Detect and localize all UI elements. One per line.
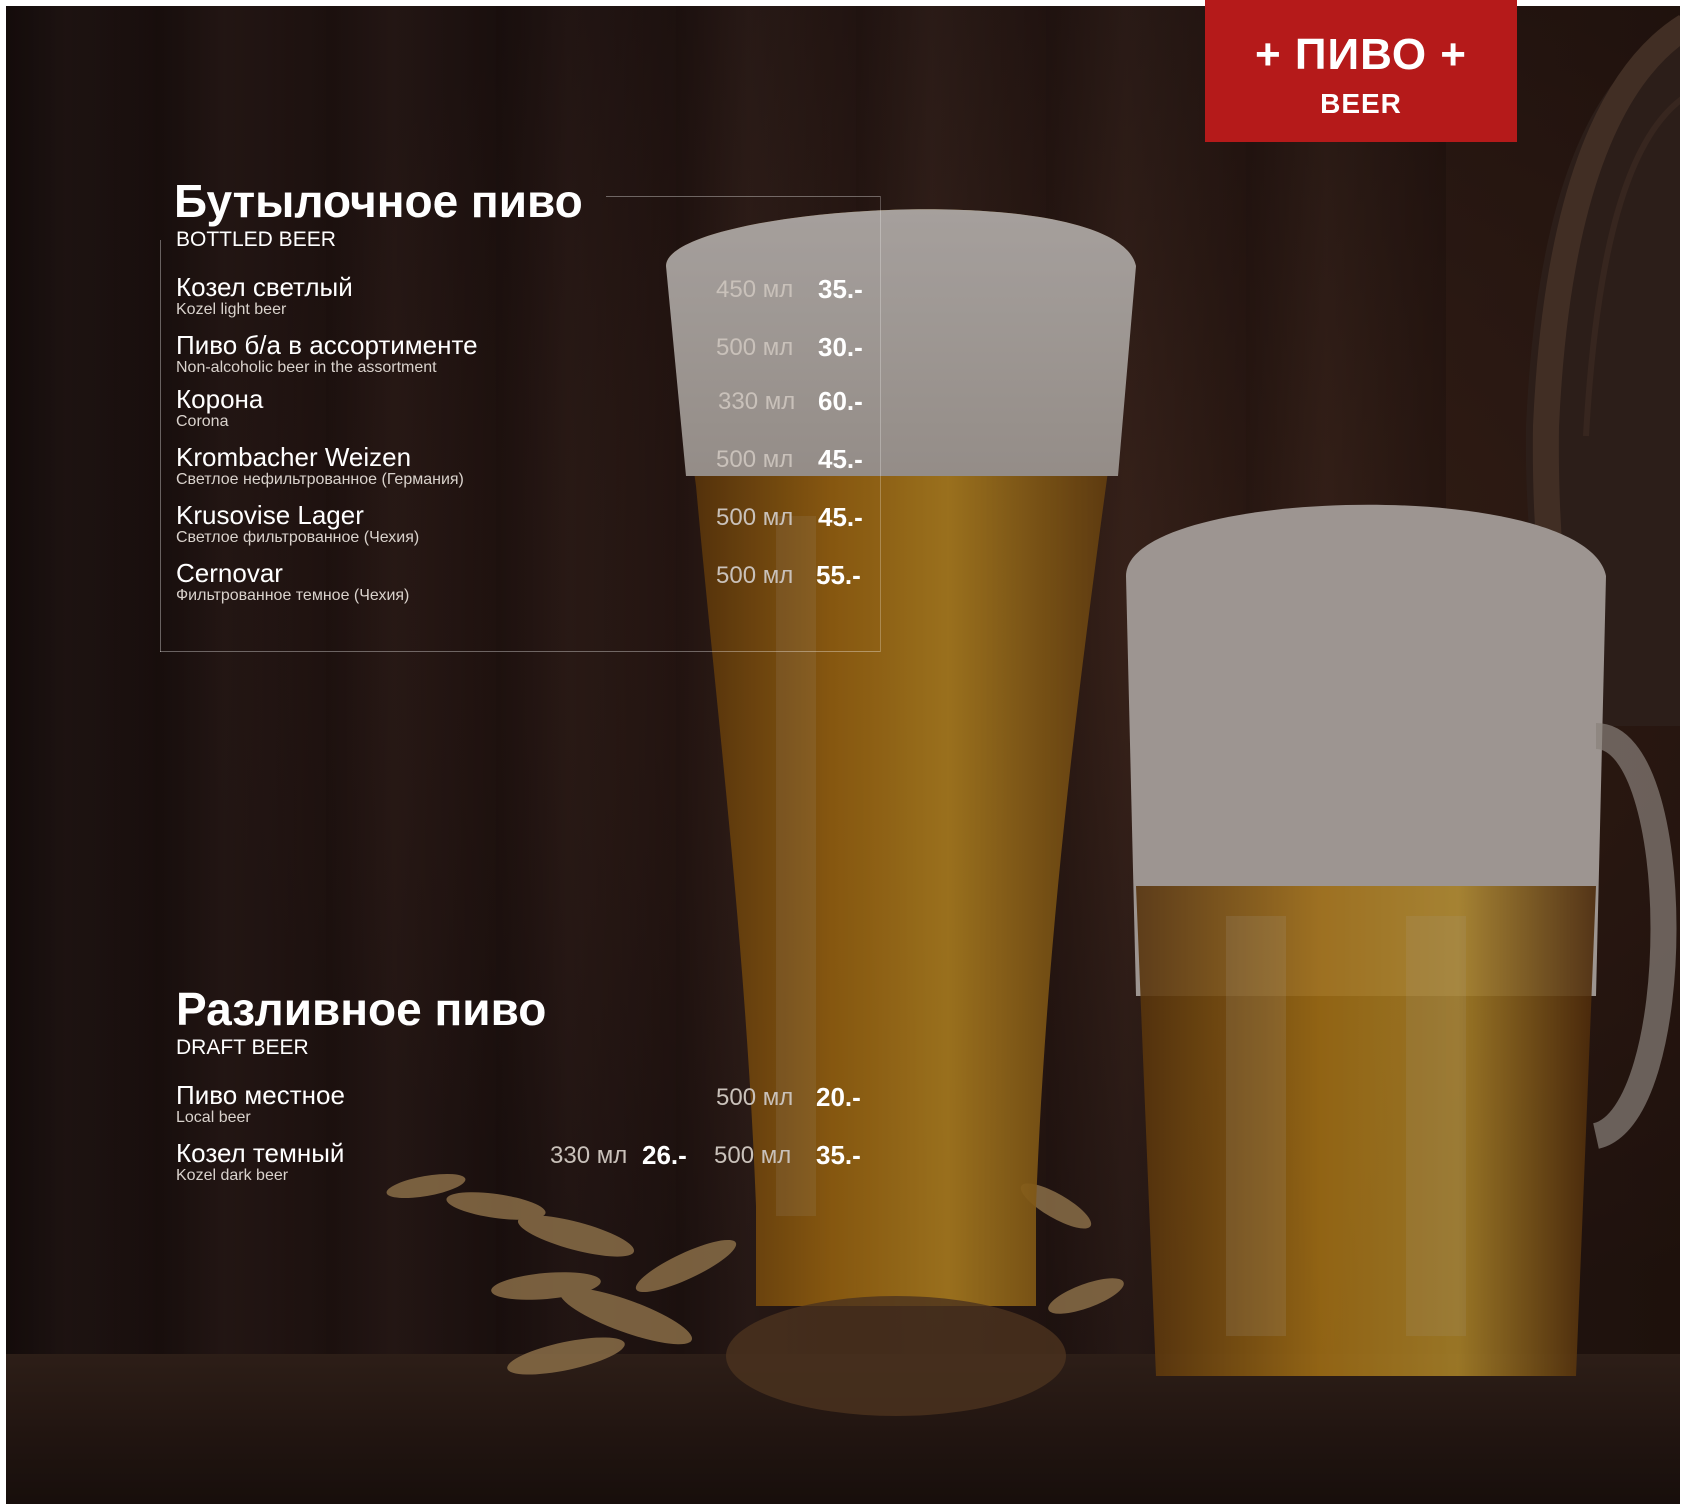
item-price: 35.- (816, 1140, 861, 1170)
item-name: Пиво местное (176, 1080, 345, 1110)
menu-item: Козел темный Kozel dark beer 330 мл 26.-… (176, 1138, 896, 1188)
section-frame-line (160, 240, 161, 652)
badge-title: + ПИВО + (1255, 30, 1467, 79)
item-description: Светлое фильтрованное (Чехия) (176, 529, 420, 546)
bottled-section-title: Бутылочное пиво (174, 175, 583, 227)
item-price-small: 26.- (642, 1140, 687, 1170)
item-volume: 500 мл (716, 334, 794, 361)
menu-item: Пиво местное Local beer 500 мл 20.- (176, 1080, 896, 1130)
item-name: Пиво б/а в ассортименте (176, 330, 478, 360)
menu-item: Krombacher Weizen Светлое нефильтрованно… (176, 442, 896, 492)
item-name: Козел светлый (176, 272, 353, 302)
item-price: 35.- (818, 274, 863, 304)
item-price: 45.- (818, 444, 863, 474)
item-volume: 500 мл (716, 446, 794, 473)
beer-category-badge: + ПИВО + BEER (1205, 0, 1517, 142)
item-description: Local beer (176, 1109, 251, 1126)
draft-section-subtitle: DRAFT BEER (176, 1036, 309, 1059)
item-name: Krombacher Weizen (176, 442, 412, 472)
item-description: Kozel dark beer (176, 1167, 289, 1184)
item-description: Фильтрованное темное (Чехия) (176, 587, 410, 604)
item-price: 45.- (818, 502, 863, 532)
item-description: Kozel light beer (176, 301, 287, 318)
item-description: Светлое нефильтрованное (Германия) (176, 471, 464, 488)
item-volume: 500 мл (716, 1084, 794, 1111)
item-volume: 500 мл (714, 1142, 792, 1169)
menu-item: Корона Corona 330 мл 60.- (176, 384, 896, 434)
item-price: 60.- (818, 386, 863, 416)
section-frame-line (606, 196, 880, 197)
item-volume-small: 330 мл (550, 1142, 628, 1169)
item-volume: 330 мл (718, 388, 796, 415)
item-volume: 500 мл (716, 504, 794, 531)
draft-section-title: Разливное пиво (176, 983, 547, 1035)
badge-subtitle: BEER (1320, 88, 1402, 119)
item-price: 55.- (816, 560, 861, 590)
menu-item: Пиво б/а в ассортименте Non-alcoholic be… (176, 330, 896, 380)
item-description: Non-alcoholic beer in the assortment (176, 359, 437, 376)
item-name: Cernovar (176, 558, 283, 588)
item-price: 20.- (816, 1082, 861, 1112)
item-volume: 500 мл (716, 562, 794, 589)
section-frame-line (160, 651, 880, 652)
menu-item: Cernovar Фильтрованное темное (Чехия) 50… (176, 558, 896, 608)
item-name: Krusovise Lager (176, 500, 364, 530)
item-name: Козел темный (176, 1138, 345, 1168)
menu-item: Krusovise Lager Светлое фильтрованное (Ч… (176, 500, 896, 550)
item-description: Corona (176, 413, 229, 430)
item-name: Корона (176, 384, 264, 414)
menu-item: Козел светлый Kozel light beer 450 мл 35… (176, 272, 896, 322)
bottled-section-subtitle: BOTTLED BEER (176, 228, 336, 251)
item-volume: 450 мл (716, 276, 794, 303)
item-price: 30.- (818, 332, 863, 362)
